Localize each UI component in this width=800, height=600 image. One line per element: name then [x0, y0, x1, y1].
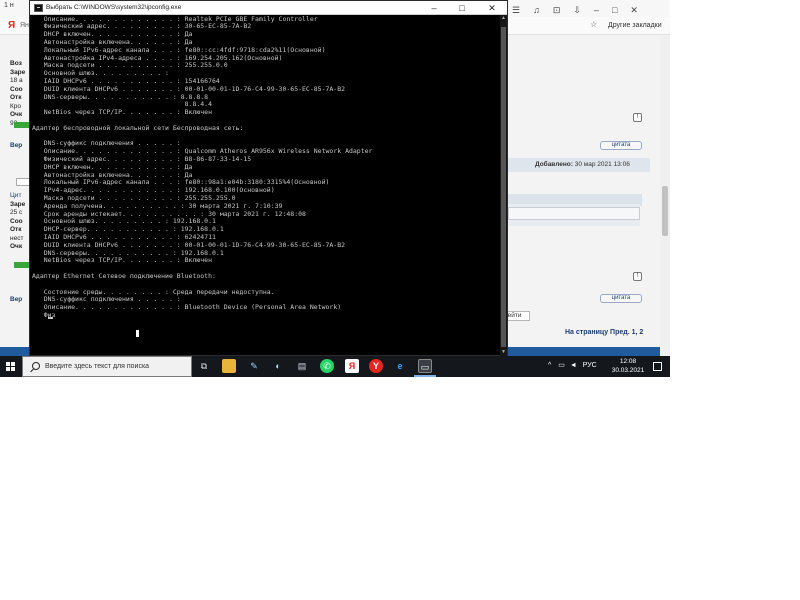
console-title-bar[interactable]: Выбрать C:\WINDOWS\system32\ipconfig.exe… [30, 1, 507, 15]
system-tray[interactable]: ^ ▭ ◄ РУС [548, 361, 597, 369]
headphones-icon[interactable]: ♫ [533, 5, 540, 15]
added-date: 30 мар 2021 13:06 [574, 161, 630, 168]
console-line: NetBios через TCP/IP. . . . . . . : Вклю… [32, 108, 213, 117]
scroll-up-icon[interactable]: ▲ [500, 15, 507, 23]
console-window[interactable]: Выбрать C:\WINDOWS\system32\ipconfig.exe… [29, 0, 508, 357]
minimize-button[interactable]: – [420, 1, 448, 15]
reader-icon[interactable]: ☰ [512, 5, 520, 16]
maximize-icon[interactable]: □ [612, 5, 617, 15]
yandex-bookmark[interactable]: Ян [20, 22, 29, 29]
console-scroll-thumb[interactable] [501, 27, 506, 347]
console-scrollbar[interactable]: ▲ ▼ [500, 15, 507, 357]
tray-expand-icon[interactable]: ^ [548, 362, 551, 369]
quote-inner [508, 207, 640, 220]
clock[interactable]: 12:08 30.03.2021 [608, 358, 648, 375]
windows-logo-icon [6, 362, 15, 371]
minimize-icon[interactable]: – [594, 5, 599, 15]
report-icon-2[interactable]: ! [633, 272, 642, 281]
whatsapp-icon[interactable]: ✆ [320, 359, 334, 373]
other-bookmarks[interactable]: Другие закладки [608, 22, 662, 29]
taskbar: Введите здесь текст для поиска ⧉ ✎ ◐ ▤ ✆… [0, 356, 670, 377]
console-line: Адаптер беспроводной локальной сети Бесп… [32, 123, 244, 132]
downloads-icon[interactable]: ⇩ [573, 5, 581, 16]
scrollbar-thumb[interactable] [662, 186, 668, 236]
post-header: Добавлено: 30 мар 2021 13:06 [500, 158, 650, 172]
media-icon[interactable]: ◐ [271, 359, 285, 373]
browser-toolbar-icons: ☰ ♫ ⊡ ⇩ – □ ✕ [512, 3, 670, 17]
console-icon[interactable]: ▭ [418, 359, 432, 373]
text-cursor [48, 316, 53, 319]
task-view-icon[interactable]: ⧉ [197, 359, 211, 373]
search-icon [32, 362, 40, 370]
network-icon[interactable]: ▤ [295, 359, 309, 373]
notification-icon[interactable] [653, 362, 662, 371]
active-indicator [414, 375, 436, 377]
close-icon[interactable]: ✕ [630, 5, 638, 16]
quote-button[interactable]: цитата [600, 141, 642, 150]
network-tray-icon[interactable]: ▭ [558, 362, 565, 369]
mouse-cursor-icon [136, 330, 139, 337]
yandex-browser-icon[interactable]: Y [369, 359, 383, 373]
console-line: NetBios через TCP/IP. . . . . . . : Вклю… [32, 256, 213, 265]
report-icon[interactable]: ! [633, 113, 642, 122]
post-link-text[interactable]: Вер [10, 296, 22, 303]
console-app-icon [34, 4, 43, 12]
console-line: Описание. . . . . . . . . . . . . : Blue… [32, 303, 342, 312]
clock-time: 12:08 [619, 358, 637, 365]
clock-date: 30.03.2021 [611, 366, 645, 374]
pagination[interactable]: На страницу Пред. 1, 2 [565, 329, 643, 336]
desktop-screen: 1 н ☰ ♫ ⊡ ⇩ – □ ✕ Я Ян ☆ Другие закладки… [0, 0, 670, 377]
close-button[interactable]: ✕ [478, 1, 506, 15]
lock-icon[interactable]: ⊡ [553, 5, 561, 16]
file-explorer-icon[interactable] [222, 359, 236, 373]
quote-block [500, 204, 640, 226]
quote-button-2[interactable]: цитата [600, 294, 642, 303]
language-indicator[interactable]: РУС [583, 362, 597, 369]
console-output[interactable]: Описание. . . . . . . . . . . . . : Real… [30, 15, 500, 355]
console-line: Адаптер Ethernet Сетевое подключение Blu… [32, 271, 216, 280]
edge-icon[interactable]: e [393, 359, 407, 373]
start-button[interactable] [0, 356, 22, 377]
taskbar-search[interactable]: Введите здесь текст для поиска [22, 356, 192, 377]
console-title: Выбрать C:\WINDOWS\system32\ipconfig.exe [46, 4, 182, 11]
volume-icon[interactable]: ◄ [570, 362, 577, 369]
maximize-button[interactable]: □ [448, 1, 476, 15]
search-placeholder[interactable]: Введите здесь текст для поиска [45, 363, 149, 370]
snip-icon[interactable]: ✎ [247, 359, 261, 373]
browser-scrollbar[interactable] [660, 36, 670, 356]
yandex-logo-icon[interactable]: Я [8, 20, 15, 31]
yandex-icon[interactable]: Я [345, 359, 359, 373]
added-label: Добавлено: [535, 161, 573, 168]
browser-tab[interactable]: 1 н [4, 2, 14, 9]
bookmark-star-icon[interactable]: ☆ [590, 20, 597, 29]
post-link-text[interactable]: Вер [10, 142, 22, 149]
